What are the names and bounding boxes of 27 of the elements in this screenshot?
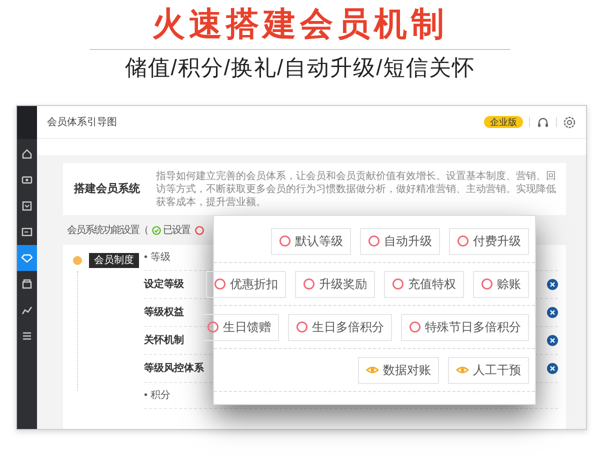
setting-name: 设定等级: [144, 277, 184, 292]
feature-chip[interactable]: 人工干预: [448, 356, 529, 384]
card-title: 搭建会员系统: [74, 182, 140, 197]
edition-badge: 企业版: [484, 116, 523, 128]
subtitle: 储值/积分/换礼/自动升级/短信关怀: [124, 54, 476, 82]
card-description: 指导如何建立完善的会员体系，让会员和会员贡献价值有效增长。设置基本制度、营销、回访等方式，不断获取更多会员的行为习惯数据做分析，做好精准营销、主动营销。实现降低获客成本，提升营业额。: [156, 170, 557, 208]
feature-chip[interactable]: 升级奖励: [295, 270, 375, 298]
feature-chip[interactable]: 充值特权: [384, 270, 464, 298]
setting-name: 等级权益: [144, 306, 184, 320]
setting-name: 等级风控体系: [144, 362, 204, 376]
feature-chip[interactable]: 自动升级: [360, 228, 440, 254]
headline: 火速搭建会员机制: [152, 4, 448, 44]
legend-label: 已设置: [163, 224, 190, 238]
feature-chip[interactable]: 生日多倍积分: [288, 314, 392, 340]
page-title: 会员体系引导图: [47, 116, 118, 130]
setting-name: 关怀机制: [144, 334, 184, 348]
feature-chip[interactable]: 默认等级: [271, 228, 351, 254]
section-heading: • 积分: [144, 389, 170, 403]
feature-chip[interactable]: 付费升级: [449, 228, 529, 254]
feature-chip[interactable]: 优惠折扣: [206, 270, 286, 298]
feature-chip[interactable]: 特殊节日多倍积分: [401, 314, 529, 340]
section-label: 会员系统功能设置（: [67, 224, 148, 238]
feature-chip[interactable]: 生日馈赠: [199, 314, 279, 340]
tooltip: 会员制度: [89, 253, 139, 268]
feature-chip[interactable]: 赊账: [473, 270, 529, 298]
section-heading: • 等级: [144, 251, 170, 265]
feature-chip[interactable]: 数据对账: [358, 356, 439, 384]
